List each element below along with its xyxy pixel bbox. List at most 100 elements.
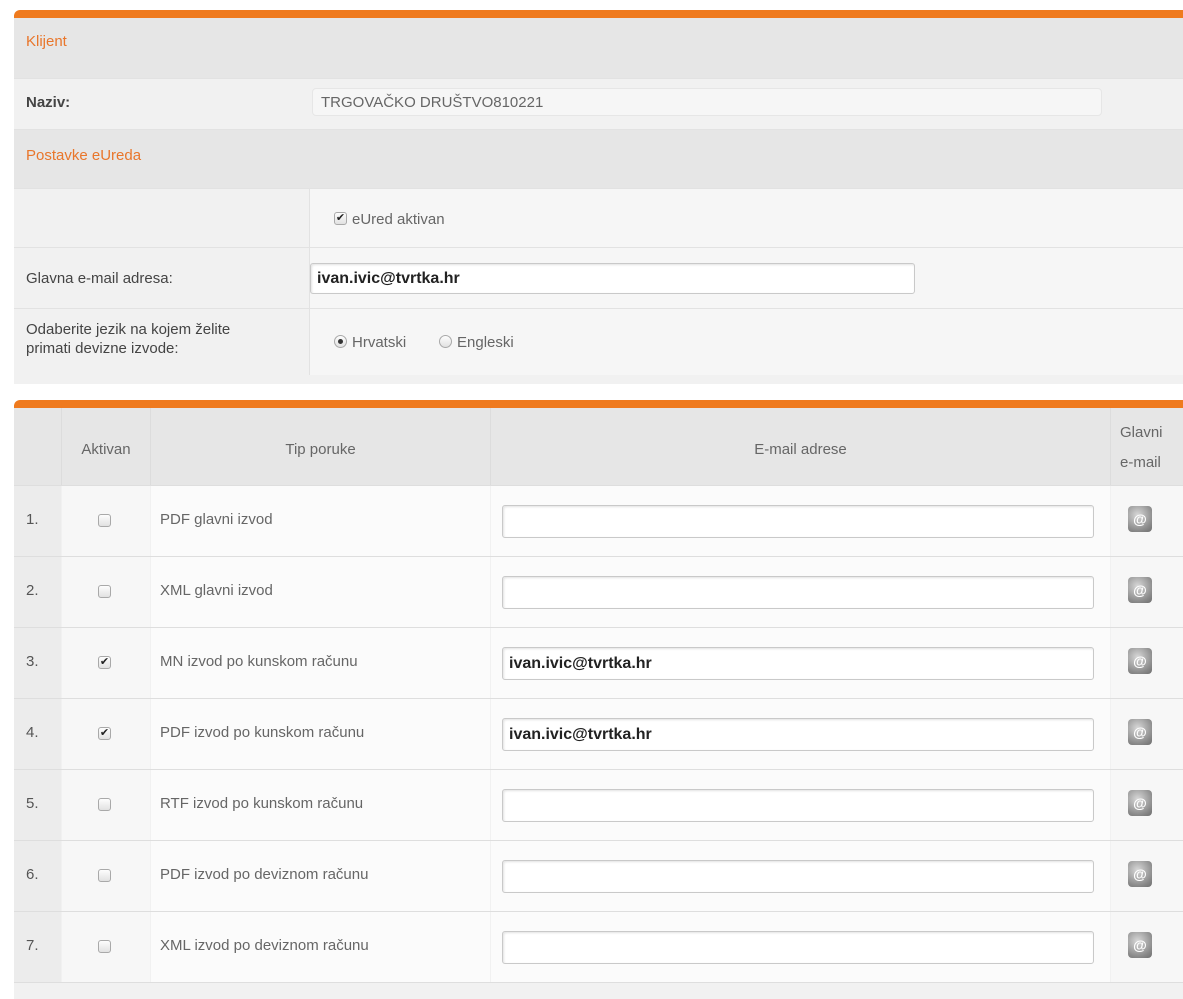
name-row: Naziv: TRGOVAČKO DRUŠTVO810221 xyxy=(14,79,1183,130)
email-row: Glavna e-mail adresa: xyxy=(14,248,1183,309)
row-main-email-cell: @ xyxy=(1111,557,1183,627)
row-active-checkbox[interactable]: ✔ xyxy=(98,656,111,669)
row-active-checkbox[interactable]: ✔ xyxy=(98,727,111,740)
message-table-panel: Aktivan Tip poruke E-mail adrese Glavni … xyxy=(14,400,1183,999)
name-value: TRGOVAČKO DRUŠTVO810221 xyxy=(312,88,1102,116)
header-main-email: Glavni e-mail xyxy=(1120,418,1163,478)
row-number-cell: 5. xyxy=(14,770,61,840)
row-email-cell xyxy=(491,841,1110,911)
table-row: 3. ✔ MN izvod po kunskom računu @ xyxy=(14,628,1183,699)
at-mail-icon[interactable]: @ xyxy=(1128,577,1152,603)
row-number-cell: 1. xyxy=(14,486,61,556)
row-active-cell xyxy=(62,912,150,982)
row-number: 2. xyxy=(26,582,39,599)
row-active-cell: ✔ xyxy=(62,699,150,769)
row-active-checkbox[interactable] xyxy=(98,940,111,953)
at-mail-icon[interactable]: @ xyxy=(1128,932,1152,958)
row-type: PDF izvod po deviznom računu xyxy=(160,866,369,883)
main-email-input[interactable] xyxy=(310,263,915,294)
language-cell: Hrvatski Engleski xyxy=(309,309,1183,375)
row-email-input[interactable] xyxy=(502,860,1094,893)
client-section-header: Klijent xyxy=(14,18,1183,79)
row-main-email-cell: @ xyxy=(1111,628,1183,698)
row-active-cell xyxy=(62,841,150,911)
row-type-cell: PDF izvod po deviznom računu xyxy=(151,841,490,911)
table-row: 5. RTF izvod po kunskom računu @ xyxy=(14,770,1183,841)
row-email-cell xyxy=(491,628,1110,698)
active-cell: ✔ eUred aktivan xyxy=(309,189,1183,247)
table-row: 7. XML izvod po deviznom računu @ xyxy=(14,912,1183,983)
row-active-checkbox[interactable] xyxy=(98,585,111,598)
table-row: 2. XML glavni izvod @ xyxy=(14,557,1183,628)
row-email-input[interactable] xyxy=(502,789,1094,822)
row-main-email-cell: @ xyxy=(1111,770,1183,840)
client-panel: Klijent Naziv: TRGOVAČKO DRUŠTVO810221 P… xyxy=(14,10,1183,384)
header-emails: E-mail adrese xyxy=(754,441,847,458)
table-row: 4. ✔ PDF izvod po kunskom računu @ xyxy=(14,699,1183,770)
eured-active-checkbox[interactable]: ✔ xyxy=(334,212,347,225)
header-active: Aktivan xyxy=(81,441,131,458)
row-email-cell xyxy=(491,912,1110,982)
table-header: Aktivan Tip poruke E-mail adrese Glavni … xyxy=(14,408,1183,486)
row-number: 1. xyxy=(26,511,39,528)
row-number: 6. xyxy=(26,866,39,883)
table-row: 6. PDF izvod po deviznom računu @ xyxy=(14,841,1183,912)
col-divider xyxy=(1110,408,1111,485)
row-main-email-cell: @ xyxy=(1111,486,1183,556)
settings-section-title: Postavke eUreda xyxy=(26,147,142,164)
row-email-input[interactable] xyxy=(502,576,1094,609)
row-number-cell: 4. xyxy=(14,699,61,769)
row-number: 7. xyxy=(26,937,39,954)
header-type: Tip poruke xyxy=(285,441,356,458)
language-label: Odaberite jezik na kojem želite primati … xyxy=(26,320,230,358)
radio-engleski-label: Engleski xyxy=(457,334,514,351)
row-email-cell xyxy=(491,699,1110,769)
row-number-cell: 7. xyxy=(14,912,61,982)
at-mail-icon[interactable]: @ xyxy=(1128,790,1152,816)
row-active-checkbox[interactable] xyxy=(98,869,111,882)
row-type: PDF izvod po kunskom računu xyxy=(160,724,365,741)
table-row: 1. PDF glavni izvod @ xyxy=(14,486,1183,557)
row-email-input[interactable] xyxy=(502,647,1094,680)
at-mail-icon[interactable]: @ xyxy=(1128,648,1152,674)
radio-engleski[interactable] xyxy=(439,335,452,348)
name-label: Naziv: xyxy=(26,94,71,111)
header-main-email-line2: e-mail xyxy=(1120,454,1161,471)
row-type-cell: PDF izvod po kunskom računu xyxy=(151,699,490,769)
row-active-checkbox[interactable] xyxy=(98,798,111,811)
at-mail-icon[interactable]: @ xyxy=(1128,506,1152,532)
row-type: XML glavni izvod xyxy=(160,582,273,599)
language-row: Odaberite jezik na kojem želite primati … xyxy=(14,309,1183,375)
row-main-email-cell: @ xyxy=(1111,912,1183,982)
settings-section-header: Postavke eUreda xyxy=(14,130,1183,189)
row-type-cell: XML izvod po deviznom računu xyxy=(151,912,490,982)
row-type: PDF glavni izvod xyxy=(160,511,273,528)
at-mail-icon[interactable]: @ xyxy=(1128,719,1152,745)
row-type: RTF izvod po kunskom računu xyxy=(160,795,364,812)
row-type: MN izvod po kunskom računu xyxy=(160,653,358,670)
row-email-cell xyxy=(491,486,1110,556)
header-main-email-line1: Glavni xyxy=(1120,424,1163,441)
row-number-cell: 6. xyxy=(14,841,61,911)
active-row: ✔ eUred aktivan xyxy=(14,189,1183,248)
row-number: 4. xyxy=(26,724,39,741)
language-label-line2: primati devizne izvode: xyxy=(26,340,179,357)
radio-hrvatski[interactable] xyxy=(334,335,347,348)
client-section-title: Klijent xyxy=(26,33,67,50)
row-type-cell: XML glavni izvod xyxy=(151,557,490,627)
at-mail-icon[interactable]: @ xyxy=(1128,861,1152,887)
radio-hrvatski-label: Hrvatski xyxy=(352,334,407,351)
row-number: 5. xyxy=(26,795,39,812)
row-active-checkbox[interactable] xyxy=(98,514,111,527)
row-active-cell xyxy=(62,557,150,627)
row-email-input[interactable] xyxy=(502,505,1094,538)
row-type-cell: MN izvod po kunskom računu xyxy=(151,628,490,698)
email-label: Glavna e-mail adresa: xyxy=(26,270,173,287)
row-main-email-cell: @ xyxy=(1111,841,1183,911)
row-type: XML izvod po deviznom računu xyxy=(160,937,369,954)
row-email-input[interactable] xyxy=(502,931,1094,964)
row-number-cell: 3. xyxy=(14,628,61,698)
row-email-input[interactable] xyxy=(502,718,1094,751)
row-type-cell: PDF glavni izvod xyxy=(151,486,490,556)
row-type-cell: RTF izvod po kunskom računu xyxy=(151,770,490,840)
